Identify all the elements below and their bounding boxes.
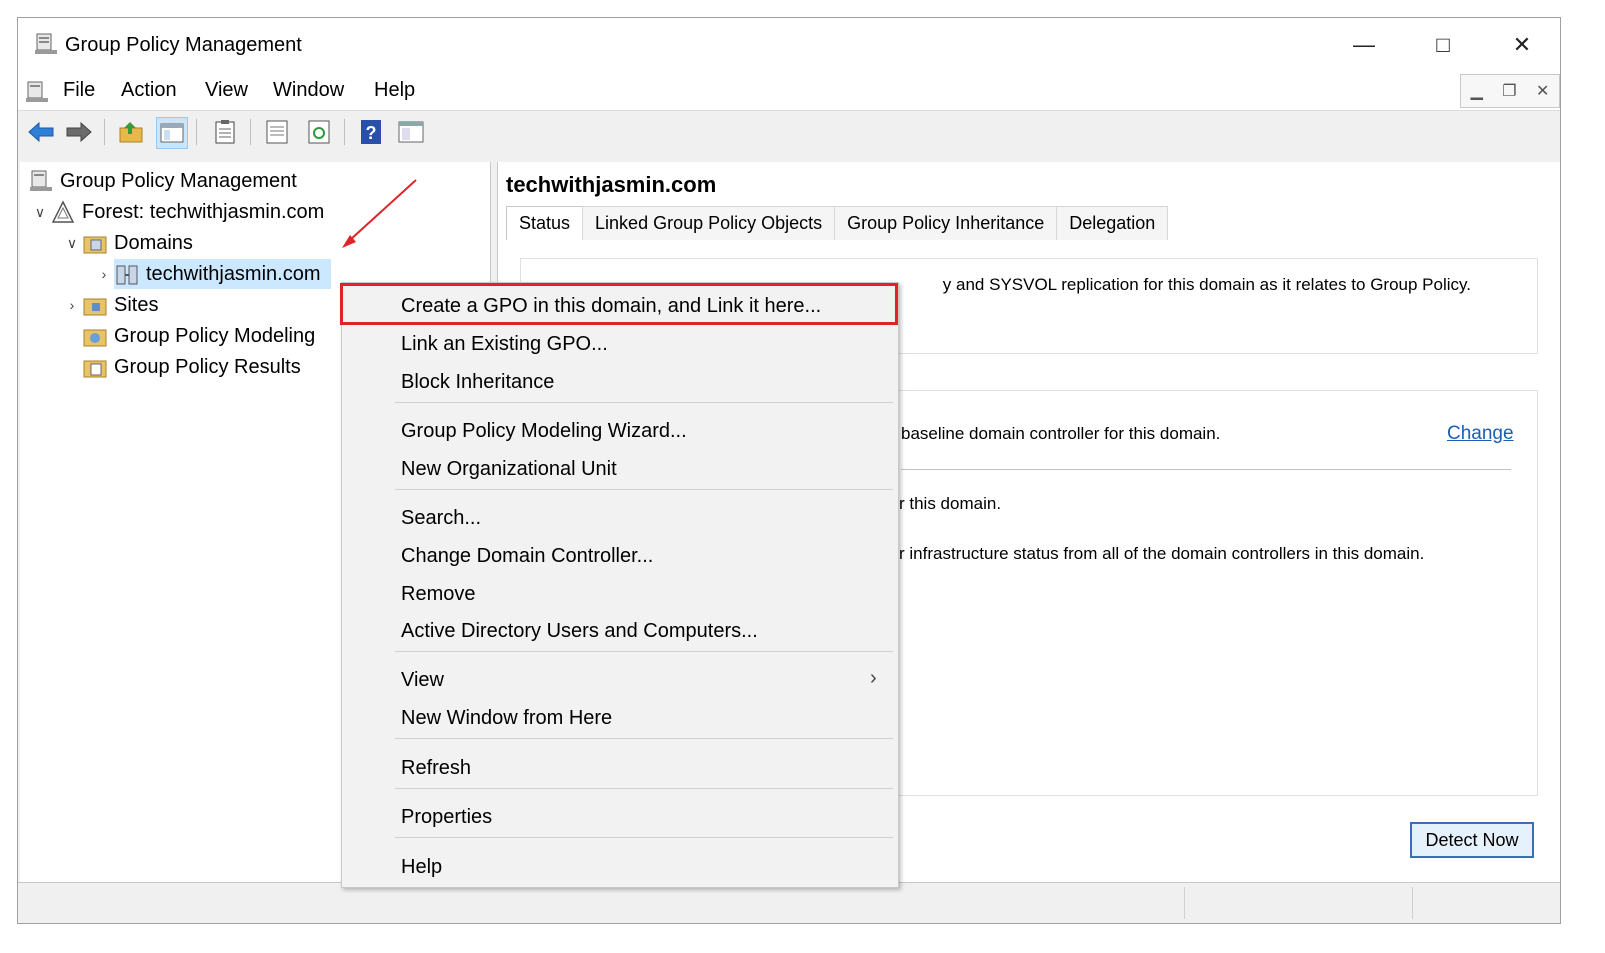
tree-item-root[interactable]: Group Policy Management <box>28 166 297 196</box>
status-line-2: baseline domain controller for this doma… <box>901 424 1221 443</box>
status-line-3: r this domain. <box>899 494 1002 513</box>
tree-item-label: Sites <box>114 293 159 316</box>
window-title: Group Policy Management <box>65 34 302 56</box>
clipboard-icon[interactable] <box>210 117 240 147</box>
domain-title: techwithjasmin.com <box>506 172 717 197</box>
chevron-down-icon[interactable]: ∨ <box>62 235 82 252</box>
menu-properties[interactable]: Properties <box>401 806 492 829</box>
menu-link-existing-gpo[interactable]: Link an Existing GPO... <box>401 333 608 356</box>
console-menu-icon[interactable] <box>24 80 50 104</box>
tab-inheritance[interactable]: Group Policy Inheritance <box>834 206 1058 240</box>
chevron-right-icon[interactable]: › <box>94 266 114 282</box>
menu-block-inheritance[interactable]: Block Inheritance <box>401 371 554 394</box>
status-line-4: r infrastructure status from all of the … <box>899 544 1425 563</box>
chevron-right-icon[interactable]: › <box>62 297 82 313</box>
child-restore-icon[interactable]: ❐ <box>1502 81 1516 101</box>
tab-linked-gpos[interactable]: Linked Group Policy Objects <box>582 206 836 240</box>
menu-action[interactable]: Action <box>121 79 177 102</box>
tree-item-label: Group Policy Results <box>114 355 301 378</box>
modeling-icon <box>83 329 107 347</box>
title-bar: Group Policy Management — □ ✕ <box>18 18 1560 72</box>
context-menu: Create a GPO in this domain, and Link it… <box>341 282 899 888</box>
menu-remove[interactable]: Remove <box>401 583 475 606</box>
menu-change-dc[interactable]: Change Domain Controller... <box>401 545 653 568</box>
gpm-app-icon <box>35 33 57 54</box>
submenu-arrow-icon: › <box>870 667 877 689</box>
status-bar <box>18 882 1560 923</box>
minimize-button[interactable]: — <box>1334 28 1394 62</box>
menu-search[interactable]: Search... <box>401 507 481 530</box>
tree-item-domains[interactable]: ∨ Domains <box>62 228 193 258</box>
gpm-icon <box>30 170 52 191</box>
domain-icon <box>116 265 138 285</box>
tab-strip: Status Linked Group Policy Objects Group… <box>506 206 1169 240</box>
tab-status[interactable]: Status <box>506 206 584 240</box>
maximize-button[interactable]: □ <box>1413 28 1473 62</box>
menu-new-window[interactable]: New Window from Here <box>401 707 612 730</box>
chevron-down-icon[interactable]: ∨ <box>30 204 50 221</box>
tree-item-label: Forest: techwithjasmin.com <box>82 200 325 223</box>
show-hide-tree-icon[interactable] <box>156 117 188 149</box>
back-arrow-icon[interactable] <box>26 117 56 147</box>
menu-new-ou[interactable]: New Organizational Unit <box>401 458 617 481</box>
close-button[interactable]: ✕ <box>1492 28 1552 62</box>
tree-item-label: Group Policy Management <box>60 169 297 192</box>
help-icon[interactable]: ? <box>356 117 386 147</box>
results-icon <box>83 360 107 378</box>
change-link[interactable]: Change <box>1447 423 1514 445</box>
child-minimize-icon[interactable]: ▁ <box>1471 81 1483 101</box>
menu-bar: File Action View Window Help <box>18 72 1560 110</box>
detect-now-button[interactable]: Detect Now <box>1410 822 1534 858</box>
tree-item-label: Group Policy Modeling <box>114 324 316 347</box>
svg-text:?: ? <box>366 123 377 143</box>
forward-arrow-icon[interactable] <box>64 117 94 147</box>
tree-item-forest[interactable]: ∨ Forest: techwithjasmin.com <box>30 197 324 227</box>
tree-item-modeling[interactable]: Group Policy Modeling <box>82 321 315 351</box>
menu-view[interactable]: View <box>205 79 248 102</box>
properties-icon[interactable] <box>262 117 292 147</box>
menu-file[interactable]: File <box>63 79 95 102</box>
tree-item-label: techwithjasmin.com <box>146 262 321 285</box>
forest-icon <box>51 200 75 223</box>
toolbar: ? <box>18 110 1560 153</box>
sites-folder-icon <box>83 298 107 316</box>
up-folder-icon[interactable] <box>116 117 146 147</box>
annotation-arrow <box>342 179 417 248</box>
menu-refresh[interactable]: Refresh <box>401 757 471 780</box>
child-close-icon[interactable]: ✕ <box>1536 81 1549 101</box>
tree-item-label: Domains <box>114 231 193 254</box>
tab-delegation[interactable]: Delegation <box>1056 206 1169 240</box>
mdi-child-controls: ▁ ❐ ✕ <box>1460 74 1560 108</box>
menu-aduc[interactable]: Active Directory Users and Computers... <box>401 620 758 643</box>
menu-help[interactable]: Help <box>374 79 415 102</box>
menu-view[interactable]: View <box>401 669 444 692</box>
menu-window[interactable]: Window <box>273 79 344 102</box>
menu-modeling-wizard[interactable]: Group Policy Modeling Wizard... <box>401 420 687 443</box>
domains-folder-icon <box>83 236 107 254</box>
annotation-highlight-box <box>340 283 898 325</box>
tree-item-sites[interactable]: › Sites <box>62 290 158 320</box>
menu-help-item[interactable]: Help <box>401 856 442 879</box>
tree-item-domain-selected[interactable]: › techwithjasmin.com <box>94 259 331 289</box>
refresh-icon[interactable] <box>304 117 334 147</box>
console-icon[interactable] <box>396 117 426 147</box>
tree-item-results[interactable]: Group Policy Results <box>82 352 301 382</box>
